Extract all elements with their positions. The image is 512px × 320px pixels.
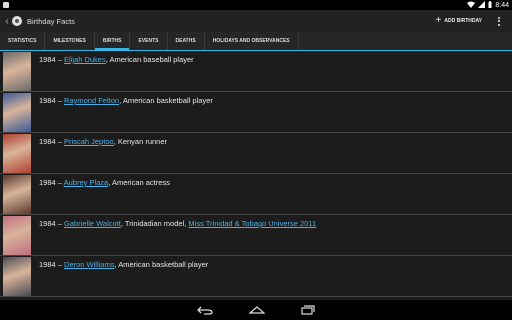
tab-holidays[interactable]: HOLIDAYS AND OBSERVANCES <box>205 32 299 50</box>
list-item[interactable]: 1984 – Deron Williams, American basketba… <box>0 256 512 297</box>
action-bar: ‹ Birthday Facts + ADD BIRTHDAY <box>0 10 512 32</box>
signal-icon <box>478 0 486 10</box>
entry-description: , American baseball player <box>105 55 194 64</box>
tab-label: HOLIDAYS AND OBSERVANCES <box>212 38 290 44</box>
entry-text: 1984 – Priscah Jeptoo, Kenyan runner <box>39 137 167 146</box>
person-link[interactable]: Deron Williams <box>64 260 114 269</box>
tab-events[interactable]: EVENTS <box>130 32 168 50</box>
tab-bar: STATISTICS MILESTONES BIRTHS EVENTS DEAT… <box>0 32 512 51</box>
notification-icon <box>3 2 9 8</box>
entry-text: 1984 – Elijah Dukes, American baseball p… <box>39 55 194 64</box>
person-photo <box>3 175 31 214</box>
app-icon[interactable] <box>12 16 22 26</box>
entry-year: 1984 <box>39 178 56 187</box>
app-title: Birthday Facts <box>27 16 75 26</box>
person-link[interactable]: Aubrey Plaza <box>64 178 109 187</box>
person-link[interactable]: Priscah Jeptoo <box>64 137 114 146</box>
navigation-bar <box>0 300 512 320</box>
title-link[interactable]: Miss Trinidad & Tobago Universe 2011 <box>188 219 316 228</box>
person-photo <box>3 134 31 173</box>
entry-description: , American actress <box>108 178 170 187</box>
entry-description: , American basketball player <box>114 260 209 269</box>
person-link[interactable]: Elijah Dukes <box>64 55 106 64</box>
home-icon[interactable] <box>249 305 265 315</box>
entry-text: 1984 – Raymond Felton, American basketba… <box>39 96 213 105</box>
entry-text: 1984 – Deron Williams, American basketba… <box>39 260 208 269</box>
overflow-menu-icon[interactable] <box>494 10 504 32</box>
list-item[interactable]: 1984 – Priscah Jeptoo, Kenyan runner <box>0 133 512 174</box>
person-photo <box>3 216 31 255</box>
entry-year: 1984 <box>39 219 56 228</box>
up-caret-icon[interactable]: ‹ <box>2 16 12 27</box>
person-photo <box>3 52 31 91</box>
add-birthday-label: ADD BIRTHDAY <box>444 18 482 24</box>
entry-text: 1984 – Aubrey Plaza, American actress <box>39 178 170 187</box>
list-item[interactable]: 1984 – Gabrielle Walcott, Trinidadian mo… <box>0 215 512 256</box>
entry-separator: – <box>55 260 65 269</box>
battery-icon <box>488 0 492 10</box>
tab-births[interactable]: BIRTHS <box>94 32 131 50</box>
person-photo <box>3 93 31 132</box>
status-time: 8:44 <box>495 1 509 9</box>
person-link[interactable]: Raymond Felton <box>64 96 119 105</box>
entry-year: 1984 <box>39 55 56 64</box>
tab-label: DEATHS <box>175 38 196 44</box>
entry-year: 1984 <box>39 96 56 105</box>
tab-milestones[interactable]: MILESTONES <box>45 32 95 50</box>
list-item[interactable]: 1984 – Aubrey Plaza, American actress <box>0 174 512 215</box>
tab-label: MILESTONES <box>53 38 86 44</box>
entry-separator: – <box>55 96 65 105</box>
entry-year: 1984 <box>39 260 56 269</box>
births-list[interactable]: 1984 – Elijah Dukes, American baseball p… <box>0 51 512 300</box>
tab-deaths[interactable]: DEATHS <box>168 32 205 50</box>
list-item[interactable]: 1984 – Raymond Felton, American basketba… <box>0 92 512 133</box>
tab-label: BIRTHS <box>102 38 122 44</box>
entry-separator: – <box>55 178 64 187</box>
back-icon[interactable] <box>197 306 213 315</box>
entry-description: , American basketball player <box>119 96 213 105</box>
entry-description: , Trinidadian model, <box>120 219 189 228</box>
person-photo <box>3 257 31 296</box>
status-bar: 8:44 <box>0 0 512 10</box>
wifi-icon <box>467 1 476 10</box>
add-birthday-button[interactable]: + ADD BIRTHDAY <box>436 10 482 32</box>
entry-separator: – <box>55 55 65 64</box>
recent-apps-icon[interactable] <box>301 305 315 315</box>
entry-description: , Kenyan runner <box>113 137 168 146</box>
entry-separator: – <box>55 137 65 146</box>
person-link[interactable]: Gabrielle Walcott <box>64 219 121 228</box>
tab-label: EVENTS <box>138 38 159 44</box>
entry-year: 1984 <box>39 137 56 146</box>
tab-statistics[interactable]: STATISTICS <box>0 32 46 50</box>
plus-icon: + <box>435 15 442 26</box>
entry-separator: – <box>55 219 65 228</box>
list-item[interactable]: 1984 – Elijah Dukes, American baseball p… <box>0 51 512 92</box>
tab-label: STATISTICS <box>8 38 37 44</box>
entry-text: 1984 – Gabrielle Walcott, Trinidadian mo… <box>39 219 316 228</box>
